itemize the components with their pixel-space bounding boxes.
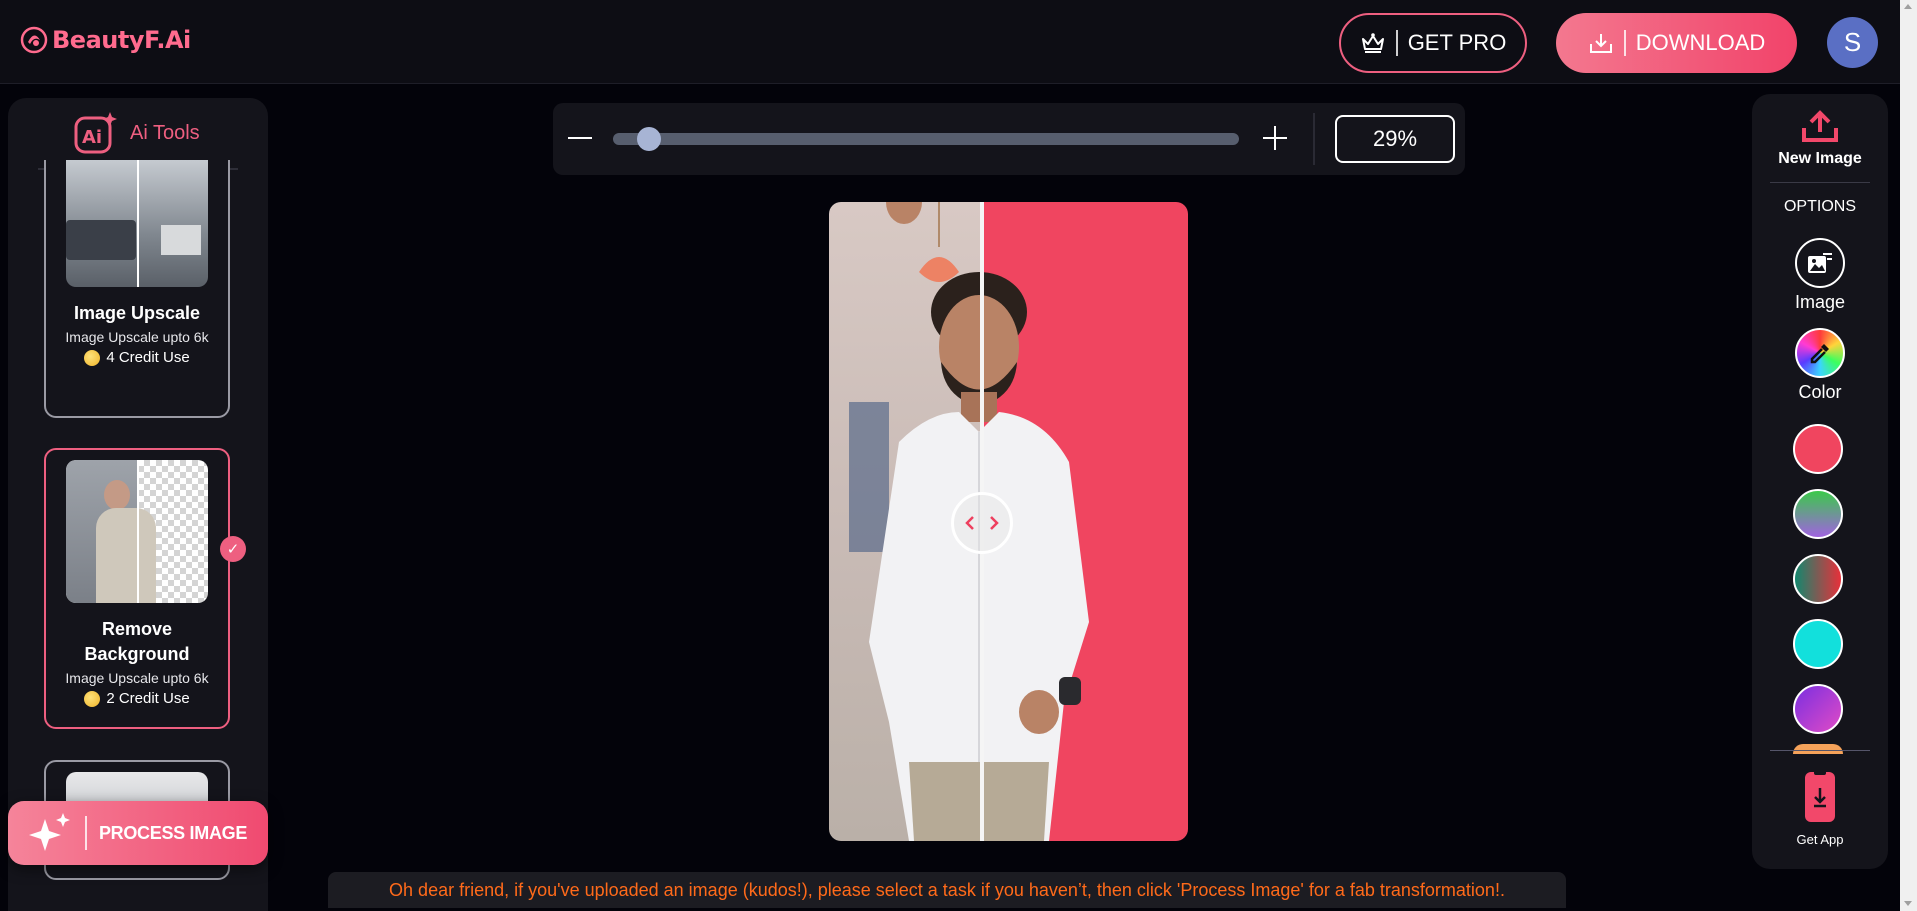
chevron-left-icon [965, 516, 974, 530]
logo-text: BeautyF.Ai [52, 26, 191, 54]
color-swatch-cyan[interactable] [1793, 619, 1843, 669]
tool-card-remove-background[interactable]: Remove Background Image Upscale upto 6k … [44, 448, 230, 729]
remove-background-thumbnail [66, 460, 208, 603]
scroll-down-arrow-icon[interactable] [1904, 901, 1912, 906]
image-option-circle [1795, 238, 1845, 288]
get-app-button[interactable]: Get App [1752, 770, 1888, 847]
crown-icon [1361, 33, 1384, 53]
credit-label: 4 Credit Use [106, 349, 190, 366]
chevron-right-icon [990, 516, 999, 530]
logo-icon [20, 26, 48, 54]
ai-sparkle-icon: Ai [74, 112, 117, 154]
sparkle-icon [28, 813, 70, 851]
zoom-percentage[interactable]: 29% [1335, 115, 1455, 163]
download-icon [1589, 34, 1612, 53]
process-image-button[interactable]: PROCESS IMAGE [8, 801, 268, 865]
divider [1395, 30, 1398, 56]
selected-check-icon: ✓ [220, 536, 246, 562]
user-avatar[interactable]: S [1827, 17, 1878, 68]
swatch-partial[interactable] [1793, 744, 1843, 754]
tool-credit: 4 Credit Use [46, 349, 228, 366]
divider [84, 816, 87, 850]
coin-icon [84, 349, 101, 366]
scroll-up-arrow-icon[interactable] [1904, 4, 1912, 9]
tool-subtitle: Image Upscale upto 6k [65, 329, 209, 345]
download-button[interactable]: DOWNLOAD [1556, 13, 1797, 73]
color-option-label: Color [1798, 382, 1842, 402]
color-option-button[interactable]: Color [1752, 328, 1888, 403]
color-swatch-teal-red[interactable] [1793, 554, 1843, 604]
color-swatch-red[interactable] [1793, 424, 1843, 474]
get-pro-button[interactable]: GET PRO [1339, 13, 1527, 73]
image-option-button[interactable]: Image [1752, 238, 1888, 313]
color-swatch-green-purple[interactable] [1793, 489, 1843, 539]
get-app-label: Get App [1796, 832, 1844, 847]
svg-text:Ai: Ai [82, 127, 102, 148]
image-option-label: Image [1794, 292, 1846, 312]
zoom-toolbar: 29% [553, 103, 1465, 175]
eyedropper-icon [1810, 344, 1829, 364]
zoom-out-button[interactable] [565, 123, 595, 153]
credit-label: 2 Credit Use [106, 690, 190, 707]
tool-title: Image Upscale [73, 303, 201, 323]
top-bar: BeautyF.Ai GET PRO DOWNLOAD S [0, 0, 1900, 84]
process-image-label: PROCESS IMAGE [98, 822, 248, 843]
zoom-in-button[interactable] [1260, 123, 1290, 153]
options-panel: New Image OPTIONS Image Color Get App [1752, 94, 1888, 869]
color-wheel [1795, 328, 1845, 378]
color-swatch-purple[interactable] [1793, 684, 1843, 734]
logo[interactable]: BeautyF.Ai [20, 26, 191, 54]
phone-download-icon [1805, 770, 1835, 822]
new-image-label: New Image [1778, 150, 1862, 167]
zoom-slider-thumb[interactable] [637, 127, 662, 151]
image-icon [1808, 253, 1832, 273]
image-upscale-thumbnail [66, 160, 208, 287]
options-title: OPTIONS [1783, 198, 1856, 215]
upload-icon [1802, 110, 1838, 142]
tool-credit: 2 Credit Use [46, 690, 228, 707]
ai-tools-header: Ai Ai Tools [74, 112, 200, 154]
zoom-slider[interactable] [613, 127, 1239, 151]
divider [1623, 30, 1626, 56]
compare-handle[interactable] [951, 492, 1013, 554]
ai-tools-panel: Ai Ai Tools Image Upscale Image Upscale … [8, 98, 268, 911]
before-after-image[interactable] [829, 202, 1188, 841]
divider [1313, 113, 1315, 165]
download-label: DOWNLOAD [1635, 30, 1766, 55]
tool-subtitle: Image Upscale upto 6k [65, 670, 209, 686]
instruction-message: Oh dear friend, if you've uploaded an im… [328, 872, 1566, 908]
ai-tools-title: Ai Tools [130, 121, 200, 144]
divider [1770, 182, 1870, 183]
tool-card-image-upscale[interactable]: Image Upscale Image Upscale upto 6k 4 Cr… [44, 160, 230, 418]
divider [1770, 750, 1870, 751]
page-scrollbar[interactable] [1900, 0, 1917, 911]
get-pro-label: GET PRO [1407, 30, 1507, 55]
tool-title: Remove Background [84, 619, 190, 664]
coin-icon [84, 690, 101, 707]
new-image-button[interactable]: New Image [1752, 110, 1888, 168]
